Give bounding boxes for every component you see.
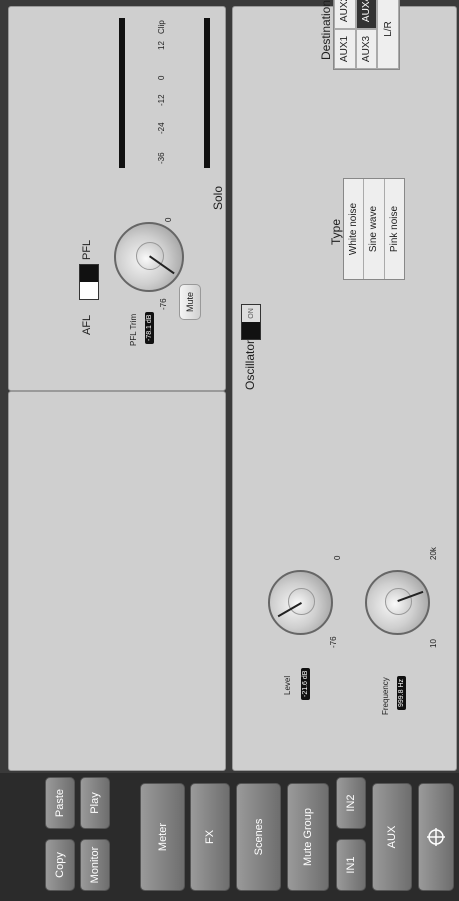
pfl-label: PFL bbox=[81, 239, 93, 260]
frequency-max-label: 20k bbox=[429, 547, 438, 560]
oscillator-panel: Oscillator ON Level -21.6 dB -76 0 Frequ… bbox=[232, 0, 457, 771]
afl-toggle-half bbox=[80, 282, 98, 299]
pfl-trim-knob[interactable] bbox=[114, 222, 184, 292]
meter-scale-m24: -24 bbox=[157, 122, 166, 134]
fx-button[interactable]: FX bbox=[190, 783, 230, 891]
scenes-button[interactable]: Scenes bbox=[236, 783, 281, 891]
copy-button[interactable]: Copy bbox=[45, 839, 75, 891]
solo-title: Solo bbox=[211, 185, 225, 210]
knob-indicator bbox=[396, 591, 424, 603]
type-selector[interactable]: White noise Sine wave Pink noise bbox=[343, 178, 405, 280]
knob-indicator bbox=[276, 602, 302, 618]
meter-scale-12: 12 bbox=[157, 41, 166, 50]
aux-button[interactable]: AUX bbox=[372, 783, 412, 891]
monitor-button[interactable]: Monitor bbox=[80, 839, 110, 891]
oscillator-title: Oscillator bbox=[243, 339, 257, 390]
level-label: Level bbox=[283, 675, 292, 695]
type-sine-wave[interactable]: Sine wave bbox=[364, 179, 385, 279]
frequency-knob[interactable] bbox=[365, 570, 430, 635]
trim-min-label: -76 bbox=[159, 298, 168, 310]
destination-selector[interactable]: AUX1 AUX2 AUX3 AUX4 L/R bbox=[333, 0, 400, 70]
pfl-trim-readout: -78.1 dB bbox=[145, 311, 154, 344]
oscillator-on-label: ON bbox=[247, 308, 255, 319]
oscillator-toggle[interactable]: ON bbox=[241, 304, 261, 340]
mute-group-button[interactable]: Mute Group bbox=[287, 783, 329, 891]
afl-pfl-toggle[interactable] bbox=[79, 264, 99, 300]
level-readout: -21.6 dB bbox=[301, 667, 310, 700]
mute-button[interactable]: Mute bbox=[179, 284, 201, 320]
in2-button[interactable]: IN2 bbox=[336, 777, 366, 829]
oscillator-toggle-on: ON bbox=[242, 305, 260, 322]
in1-button[interactable]: IN1 bbox=[336, 839, 366, 891]
sidebar: Copy Paste Monitor Play Meter FX Scenes … bbox=[0, 773, 459, 901]
meter-button[interactable]: Meter bbox=[140, 783, 185, 891]
meter-scale-0: 0 bbox=[157, 75, 166, 80]
trim-max-label: 0 bbox=[164, 217, 173, 222]
frequency-min-label: 10 bbox=[429, 639, 438, 648]
level-max-label: 0 bbox=[333, 555, 342, 560]
crosshair-icon bbox=[427, 828, 445, 846]
oscillator-toggle-off bbox=[242, 322, 260, 339]
dest-aux1[interactable]: AUX1 bbox=[334, 29, 356, 69]
solo-panel: Solo AFL PFL PFL Trim -78.1 dB -76 0 Mut… bbox=[8, 6, 226, 391]
type-title: Type bbox=[329, 218, 343, 245]
solo-meter-left bbox=[119, 18, 125, 168]
meter-scale-m12: -12 bbox=[157, 94, 166, 106]
crosshair-button[interactable] bbox=[418, 783, 454, 891]
meter-scale-m36: -36 bbox=[157, 152, 166, 164]
frequency-label: Frequency bbox=[381, 677, 390, 715]
empty-panel bbox=[8, 391, 226, 771]
level-knob[interactable] bbox=[268, 570, 333, 635]
dest-aux2[interactable]: AUX2 bbox=[334, 0, 356, 29]
dest-lr[interactable]: L/R bbox=[377, 0, 399, 69]
solo-meter-right bbox=[204, 18, 210, 168]
play-button[interactable]: Play bbox=[80, 777, 110, 829]
dest-aux4[interactable]: AUX4 bbox=[355, 0, 378, 29]
afl-label: AFL bbox=[81, 314, 93, 335]
paste-button[interactable]: Paste bbox=[45, 777, 75, 829]
pfl-toggle-half bbox=[80, 265, 98, 282]
type-white-noise[interactable]: White noise bbox=[344, 179, 365, 279]
stage: Solo AFL PFL PFL Trim -78.1 dB -76 0 Mut… bbox=[0, 0, 459, 901]
meter-scale-clip: Clip bbox=[157, 20, 166, 34]
frequency-readout: 999.8 Hz bbox=[397, 675, 406, 710]
destination-title: Destination bbox=[319, 0, 333, 60]
type-pink-noise[interactable]: Pink noise bbox=[385, 179, 404, 279]
dest-aux3[interactable]: AUX3 bbox=[355, 29, 378, 69]
pfl-trim-label: PFL Trim bbox=[129, 313, 138, 346]
level-min-label: -76 bbox=[329, 636, 338, 648]
knob-indicator bbox=[149, 255, 175, 275]
